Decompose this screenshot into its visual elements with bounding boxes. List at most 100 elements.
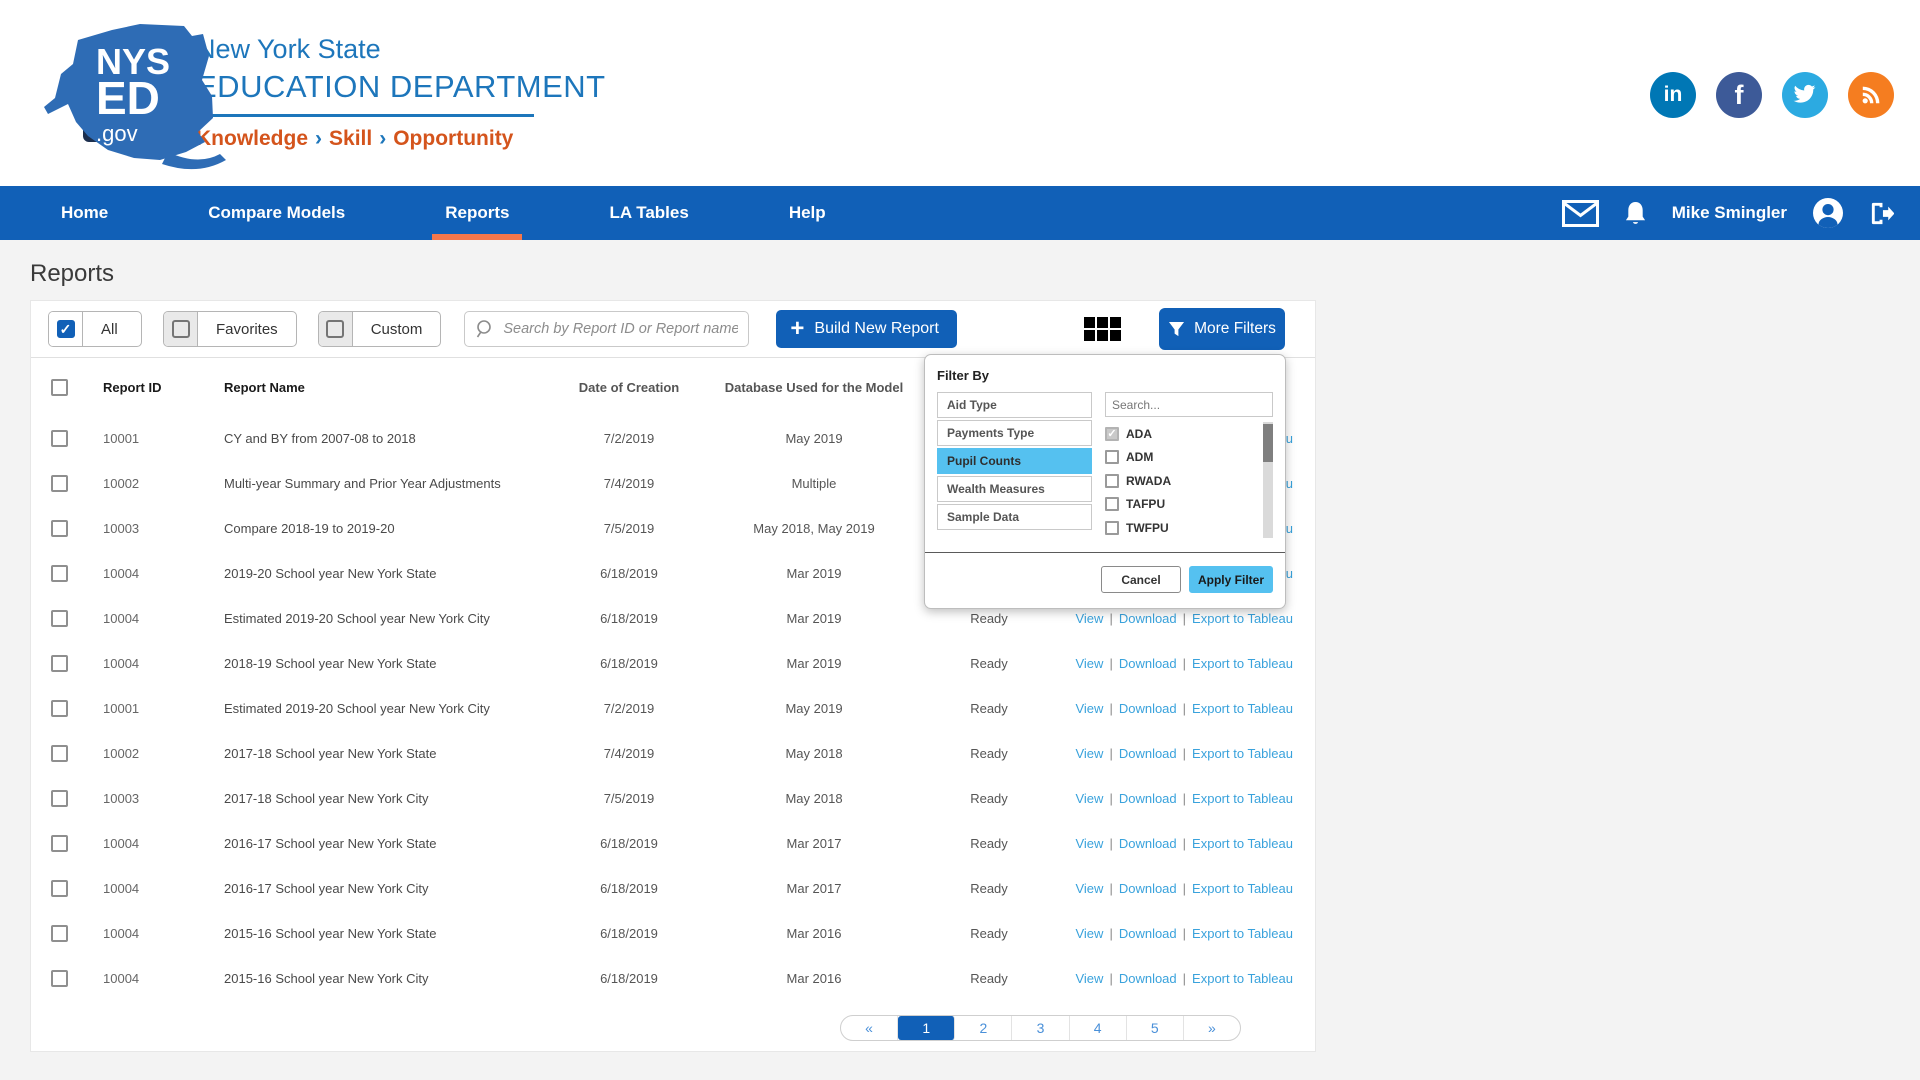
more-filters-button[interactable]: More Filters <box>1159 308 1285 350</box>
filter-category-sample-data[interactable]: Sample Data <box>937 504 1092 530</box>
export-to-tableau-link[interactable]: Export to Tableau <box>1192 836 1293 851</box>
filter-option-tafpu[interactable]: TAFPU <box>1105 493 1259 517</box>
export-to-tableau-link[interactable]: Export to Tableau <box>1192 881 1293 896</box>
row-checkbox[interactable] <box>51 745 68 762</box>
nav-item-reports[interactable]: Reports <box>445 186 509 240</box>
filter-category-pupil-counts[interactable]: Pupil Counts <box>937 448 1092 474</box>
row-actions: View|Download|Export to Tableau <box>1064 701 1315 716</box>
export-to-tableau-link[interactable]: Export to Tableau <box>1192 611 1293 626</box>
cancel-button[interactable]: Cancel <box>1101 566 1181 593</box>
facebook-icon[interactable]: f <box>1716 72 1762 118</box>
option-checkbox[interactable] <box>1105 450 1119 464</box>
twitter-icon[interactable] <box>1782 72 1828 118</box>
page-1[interactable]: 1 <box>898 1016 955 1040</box>
options-scrollbar[interactable] <box>1263 422 1273 538</box>
page-5[interactable]: 5 <box>1127 1016 1184 1040</box>
filter-category-wealth-measures[interactable]: Wealth Measures <box>937 476 1092 502</box>
download-link[interactable]: Download <box>1119 611 1177 626</box>
download-link[interactable]: Download <box>1119 836 1177 851</box>
row-checkbox[interactable] <box>51 790 68 807</box>
mail-icon[interactable] <box>1562 200 1599 227</box>
page-next[interactable]: » <box>1184 1016 1240 1040</box>
toggle-checkbox-cell[interactable] <box>49 312 83 346</box>
toggle-checkbox[interactable] <box>172 320 190 338</box>
row-checkbox[interactable] <box>51 565 68 582</box>
filter-category-payments-type[interactable]: Payments Type <box>937 420 1092 446</box>
download-link[interactable]: Download <box>1119 881 1177 896</box>
grid-view-icon[interactable] <box>1084 317 1121 341</box>
view-link[interactable]: View <box>1075 791 1103 806</box>
page-prev[interactable]: « <box>841 1016 898 1040</box>
page-2[interactable]: 2 <box>955 1016 1012 1040</box>
row-checkbox[interactable] <box>51 610 68 627</box>
view-link[interactable]: View <box>1075 611 1103 626</box>
nav-item-help[interactable]: Help <box>789 186 826 240</box>
filter-category-aid-type[interactable]: Aid Type <box>937 392 1092 418</box>
filter-toggle-custom[interactable]: Custom <box>318 311 442 347</box>
toggle-checkbox-cell[interactable] <box>164 312 198 346</box>
filter-option-ada[interactable]: ADA <box>1105 422 1259 446</box>
report-search-input[interactable] <box>503 321 738 337</box>
view-link[interactable]: View <box>1075 881 1103 896</box>
nav-item-compare-models[interactable]: Compare Models <box>208 186 345 240</box>
download-link[interactable]: Download <box>1119 746 1177 761</box>
download-link[interactable]: Download <box>1119 701 1177 716</box>
row-checkbox[interactable] <box>51 430 68 447</box>
notifications-bell-icon[interactable] <box>1624 200 1647 227</box>
nav-item-home[interactable]: Home <box>61 186 108 240</box>
row-checkbox[interactable] <box>51 655 68 672</box>
select-all-checkbox[interactable] <box>51 379 68 396</box>
filter-option-twfpu[interactable]: TWFPU <box>1105 516 1259 540</box>
filter-search-input[interactable] <box>1105 392 1273 417</box>
user-name[interactable]: Mike Smingler <box>1672 203 1787 223</box>
row-checkbox[interactable] <box>51 700 68 717</box>
view-link[interactable]: View <box>1075 971 1103 986</box>
page-3[interactable]: 3 <box>1012 1016 1069 1040</box>
user-avatar-icon[interactable] <box>1812 197 1844 229</box>
row-checkbox[interactable] <box>51 835 68 852</box>
options-scrollbar-thumb[interactable] <box>1263 424 1273 462</box>
report-name-cell: Compare 2018-19 to 2019-20 <box>204 521 544 536</box>
row-checkbox[interactable] <box>51 520 68 537</box>
export-to-tableau-link[interactable]: Export to Tableau <box>1192 971 1293 986</box>
option-checkbox[interactable] <box>1105 474 1119 488</box>
toggle-checkbox-cell[interactable] <box>319 312 353 346</box>
filter-toggle-all[interactable]: All <box>48 311 142 347</box>
rss-icon[interactable] <box>1848 72 1894 118</box>
report-name-cell: 2017-18 School year New York State <box>204 746 544 761</box>
toggle-checkbox[interactable] <box>57 320 75 338</box>
apply-filter-button[interactable]: Apply Filter <box>1189 566 1273 593</box>
view-link[interactable]: View <box>1075 701 1103 716</box>
build-new-report-button[interactable]: + Build New Report <box>776 310 957 348</box>
export-to-tableau-link[interactable]: Export to Tableau <box>1192 926 1293 941</box>
download-link[interactable]: Download <box>1119 926 1177 941</box>
view-link[interactable]: View <box>1075 656 1103 671</box>
page-4[interactable]: 4 <box>1070 1016 1127 1040</box>
nav-item-la-tables[interactable]: LA Tables <box>609 186 688 240</box>
view-link[interactable]: View <box>1075 746 1103 761</box>
logout-icon[interactable] <box>1869 201 1894 226</box>
filter-option-rwada[interactable]: RWADA <box>1105 469 1259 493</box>
filter-toggle-favorites[interactable]: Favorites <box>163 311 297 347</box>
export-to-tableau-link[interactable]: Export to Tableau <box>1192 746 1293 761</box>
option-checkbox[interactable] <box>1105 521 1119 535</box>
download-link[interactable]: Download <box>1119 791 1177 806</box>
download-link[interactable]: Download <box>1119 656 1177 671</box>
report-search-box[interactable] <box>464 311 749 347</box>
export-to-tableau-link[interactable]: Export to Tableau <box>1192 656 1293 671</box>
option-label: TAFPU <box>1126 497 1165 511</box>
download-link[interactable]: Download <box>1119 971 1177 986</box>
view-link[interactable]: View <box>1075 836 1103 851</box>
row-checkbox[interactable] <box>51 475 68 492</box>
row-checkbox[interactable] <box>51 925 68 942</box>
row-checkbox[interactable] <box>51 970 68 987</box>
option-checkbox[interactable] <box>1105 497 1119 511</box>
row-checkbox[interactable] <box>51 880 68 897</box>
linkedin-icon[interactable]: in <box>1650 72 1696 118</box>
export-to-tableau-link[interactable]: Export to Tableau <box>1192 791 1293 806</box>
view-link[interactable]: View <box>1075 926 1103 941</box>
option-checkbox[interactable] <box>1105 427 1119 441</box>
filter-option-adm[interactable]: ADM <box>1105 446 1259 470</box>
export-to-tableau-link[interactable]: Export to Tableau <box>1192 701 1293 716</box>
toggle-checkbox[interactable] <box>326 320 344 338</box>
